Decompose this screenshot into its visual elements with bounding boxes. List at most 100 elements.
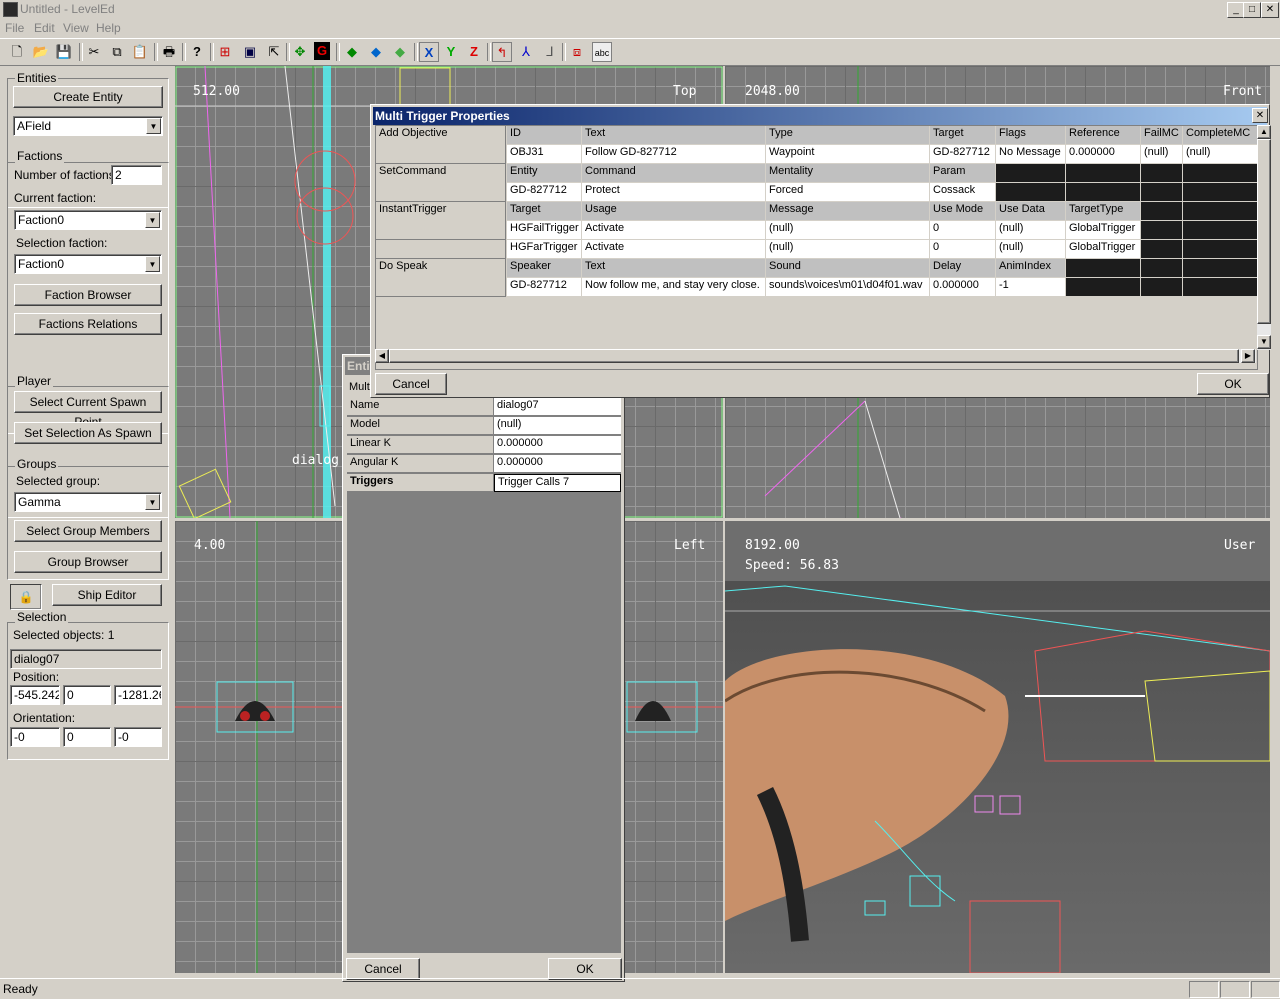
grid-icon[interactable]: ⊞ — [215, 42, 235, 62]
set-spawn-button[interactable]: Set Selection As Spawn — [14, 422, 162, 444]
trigger-row-head[interactable]: InstantTrigger — [376, 202, 506, 221]
z-axis-icon[interactable]: Z — [464, 42, 484, 62]
chevron-down-icon[interactable]: ▼ — [145, 494, 160, 510]
scroll-up-icon[interactable]: ▲ — [1257, 125, 1271, 139]
close-icon[interactable]: ✕ — [1252, 108, 1268, 123]
diamond-multi-icon[interactable]: ◆ — [390, 42, 410, 62]
x-axis-icon[interactable]: X — [419, 42, 439, 62]
axis-gray-icon[interactable]: ⅃ — [540, 42, 560, 62]
select-spawn-button[interactable]: Select Current Spawn Point — [14, 391, 162, 429]
open-icon[interactable]: 📂 — [31, 42, 51, 62]
text-icon[interactable]: abc — [592, 42, 612, 62]
trigger-cell[interactable] — [1066, 278, 1140, 296]
trigger-cell[interactable]: GlobalTrigger — [1066, 221, 1140, 239]
trigger-cell[interactable]: sounds\voices\m01\d04f01.wav — [766, 278, 929, 296]
property-value[interactable]: (null) — [494, 417, 621, 435]
horizontal-scrollbar[interactable]: ◀ ▶ — [375, 349, 1256, 363]
trigger-cell[interactable]: (null) — [1141, 145, 1182, 163]
y-axis-icon[interactable]: Y — [441, 42, 461, 62]
orientation-y-field[interactable]: 0 — [63, 727, 111, 747]
axis-red-icon[interactable]: ↰ — [492, 42, 512, 62]
frame-icon[interactable]: ▣ — [240, 42, 260, 62]
selected-group-select[interactable]: Gamma ▼ — [14, 492, 162, 512]
close-button[interactable]: ✕ — [1261, 2, 1279, 18]
save-icon[interactable]: 💾 — [54, 42, 74, 62]
trigger-cell[interactable]: 0 — [930, 221, 995, 239]
scroll-right-icon[interactable]: ▶ — [1241, 349, 1255, 363]
diamond-blue-icon[interactable]: ◆ — [366, 42, 386, 62]
scroll-h-thumb[interactable] — [389, 349, 1239, 363]
entity-type-select[interactable]: AField ▼ — [13, 116, 163, 136]
trigger-row-head[interactable]: SetCommand — [376, 164, 506, 183]
trigger-cell[interactable] — [1183, 240, 1257, 258]
entity-ok-button[interactable]: OK — [548, 958, 622, 980]
trigger-cell[interactable]: No Message — [996, 145, 1065, 163]
axis-blue-icon[interactable]: ⅄ — [516, 42, 536, 62]
factions-relations-button[interactable]: Factions Relations — [14, 313, 162, 335]
ship-editor-button[interactable]: Ship Editor — [52, 584, 162, 606]
new-icon[interactable]: 🗋 — [7, 42, 27, 62]
trigger-cell[interactable]: GD-827712 — [507, 183, 581, 201]
trigger-cell[interactable]: OBJ31 — [507, 145, 581, 163]
trigger-row-head[interactable] — [376, 221, 506, 240]
cursor-icon[interactable]: ⇱ — [264, 42, 284, 62]
trigger-cell[interactable]: (null) — [766, 221, 929, 239]
chevron-down-icon[interactable]: ▼ — [145, 212, 160, 228]
trigger-cell[interactable]: GD-827712 — [930, 145, 995, 163]
trigger-row-head[interactable] — [376, 278, 506, 297]
trigger-cell[interactable] — [1141, 183, 1182, 201]
property-value[interactable]: Trigger Calls 7 — [494, 474, 621, 492]
chevron-down-icon[interactable]: ▼ — [146, 118, 161, 134]
trigger-row-head[interactable] — [376, 183, 506, 202]
trigger-cell[interactable]: Activate — [582, 240, 765, 258]
position-y-field[interactable]: 0 — [63, 685, 111, 705]
trigger-cell[interactable] — [1141, 240, 1182, 258]
vertical-scrollbar[interactable]: ▲ ▼ — [1257, 125, 1271, 350]
trigger-cell[interactable]: 0.000000 — [930, 278, 995, 296]
orientation-z-field[interactable]: -0 — [114, 727, 162, 747]
trigger-cell[interactable]: (null) — [1183, 145, 1257, 163]
trigger-row-head[interactable]: Add Objective — [376, 126, 506, 145]
property-value[interactable]: dialog07 — [494, 398, 621, 416]
trigger-cell[interactable]: GlobalTrigger — [1066, 240, 1140, 258]
trigger-cell[interactable] — [1066, 183, 1140, 201]
cut-icon[interactable]: ✂ — [84, 42, 104, 62]
trigger-cell[interactable]: Protect — [582, 183, 765, 201]
trigger-row-head[interactable] — [376, 145, 506, 164]
entity-cancel-button[interactable]: Cancel — [346, 958, 420, 980]
position-z-field[interactable]: -1281.26 — [114, 685, 162, 705]
trigger-cell[interactable]: Now follow me, and stay very close. — [582, 278, 765, 296]
lock-icon[interactable]: 🔒 — [10, 584, 42, 610]
menu-help[interactable]: Help — [96, 21, 121, 35]
trigger-cancel-button[interactable]: Cancel — [375, 373, 447, 395]
trigger-cell[interactable] — [996, 183, 1065, 201]
copy-icon[interactable]: ⧉ — [107, 42, 127, 62]
print-icon[interactable]: 🖶 — [159, 42, 179, 62]
trigger-cell[interactable]: -1 — [996, 278, 1065, 296]
trigger-row-head[interactable]: Do Speak — [376, 259, 506, 278]
trigger-cell[interactable]: HGFailTrigger — [507, 221, 581, 239]
trigger-cell[interactable]: HGFarTrigger — [507, 240, 581, 258]
current-faction-select[interactable]: Faction0 ▼ — [14, 210, 162, 230]
num-factions-field[interactable]: 2 — [111, 165, 162, 185]
orientation-x-field[interactable]: -0 — [10, 727, 60, 747]
trigger-cell[interactable]: 0 — [930, 240, 995, 258]
trigger-cell[interactable] — [1141, 221, 1182, 239]
help-icon[interactable]: ? — [187, 42, 207, 62]
maximize-button[interactable]: □ — [1243, 2, 1261, 18]
selection-faction-select[interactable]: Faction0 ▼ — [14, 254, 162, 274]
shapes-icon[interactable]: ⧈ — [567, 42, 587, 62]
trigger-row-head[interactable] — [376, 240, 506, 259]
trigger-cell[interactable]: Forced — [766, 183, 929, 201]
property-value[interactable]: 0.000000 — [494, 436, 621, 454]
trigger-cell[interactable] — [1183, 278, 1257, 296]
group-browser-button[interactable]: Group Browser — [14, 551, 162, 573]
paste-icon[interactable]: 📋 — [130, 42, 150, 62]
scroll-thumb[interactable] — [1257, 139, 1271, 324]
move-icon[interactable]: ✥ — [290, 42, 310, 62]
position-x-field[interactable]: -545.242 — [10, 685, 60, 705]
faction-browser-button[interactable]: Faction Browser — [14, 284, 162, 306]
user-viewport[interactable]: 8192.00 Speed: 56.83 User — [725, 521, 1270, 973]
menu-file[interactable]: File — [5, 21, 24, 35]
select-group-members-button[interactable]: Select Group Members — [14, 520, 162, 542]
